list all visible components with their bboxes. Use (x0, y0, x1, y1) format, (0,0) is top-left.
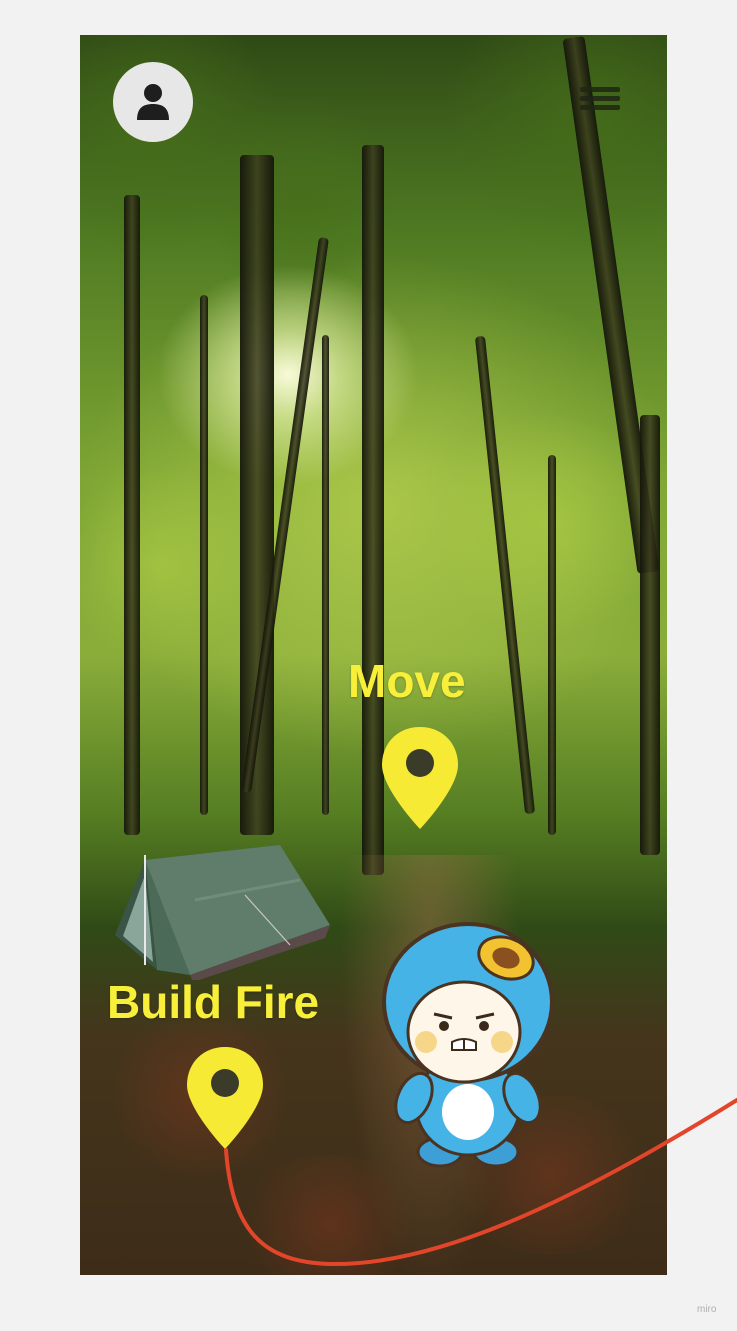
sunlit-leaves (80, 465, 260, 665)
tree-canopy (440, 35, 667, 255)
build-fire-map-pin-icon[interactable] (185, 1045, 265, 1151)
tree-trunk (124, 195, 140, 835)
watermark: miro (697, 1304, 717, 1315)
move-action-label[interactable]: Move (348, 654, 466, 708)
move-map-pin-icon[interactable] (380, 725, 460, 831)
player-character[interactable] (378, 920, 562, 1172)
tent[interactable] (115, 840, 330, 980)
hamburger-menu-icon[interactable] (580, 83, 620, 119)
tree-trunk (322, 335, 329, 815)
tree-trunk (548, 455, 556, 835)
build-fire-action-label[interactable]: Build Fire (107, 975, 319, 1029)
tree-trunk (200, 295, 208, 815)
profile-button[interactable] (113, 62, 193, 142)
user-icon (137, 84, 169, 120)
game-scene: Move Build Fire (80, 35, 667, 1275)
tree-trunk (640, 415, 660, 855)
